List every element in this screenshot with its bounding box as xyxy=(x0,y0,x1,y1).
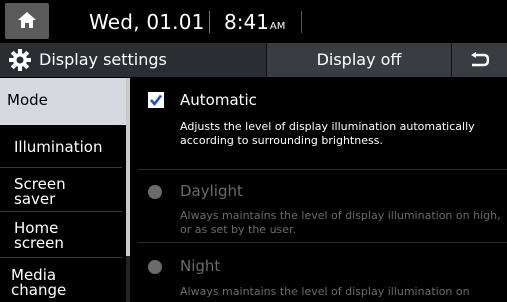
daylight-description: Always maintains the level of display il… xyxy=(180,209,501,236)
sidebar-item-label: Illumination xyxy=(14,138,103,156)
night-label[interactable]: Night xyxy=(180,257,220,275)
sidebar-scrollbar-thumb[interactable] xyxy=(126,78,130,256)
date-display: Wed, 01.01 xyxy=(89,10,205,34)
sidebar-item-screen-saver[interactable]: Screen saver xyxy=(0,168,126,211)
back-icon xyxy=(471,52,489,67)
option-divider xyxy=(138,169,507,170)
status-divider xyxy=(209,11,210,33)
sidebar-item-label: Mode xyxy=(7,91,48,109)
status-divider-2 xyxy=(301,11,302,33)
settings-header: Display settings Display off xyxy=(0,43,507,77)
settings-sidebar: Mode Illumination Screen saver Home scre… xyxy=(0,78,126,302)
time-display: 8:41AM xyxy=(224,10,285,34)
sidebar-item-media-change[interactable]: Media change xyxy=(0,258,126,302)
checkmark-icon xyxy=(150,94,163,107)
time-ampm: AM xyxy=(269,21,286,32)
status-bar: Wed, 01.01 8:41AM xyxy=(0,0,507,43)
night-description: Always maintains the level of display il… xyxy=(180,285,470,298)
mode-settings-panel: Automatic Adjusts the level of display i… xyxy=(132,78,507,302)
sidebar-item-home-screen[interactable]: Home screen xyxy=(0,212,126,255)
back-button[interactable] xyxy=(451,43,507,77)
night-radio[interactable] xyxy=(148,260,162,274)
sidebar-item-illumination[interactable]: Illumination xyxy=(0,126,126,167)
daylight-label[interactable]: Daylight xyxy=(180,182,243,200)
home-button[interactable] xyxy=(5,3,49,39)
sidebar-item-label: Media change xyxy=(11,266,67,299)
sidebar-item-mode[interactable]: Mode xyxy=(0,78,126,125)
daylight-radio[interactable] xyxy=(148,185,162,199)
time-value: 8:41 xyxy=(224,10,269,34)
display-off-label: Display off xyxy=(316,50,402,69)
automatic-checkbox[interactable] xyxy=(148,92,164,108)
sidebar-item-label: Screen saver xyxy=(14,175,66,208)
home-icon xyxy=(18,12,36,28)
automatic-description: Adjusts the level of display illuminatio… xyxy=(180,120,475,147)
page-title: Display settings xyxy=(39,50,167,69)
automatic-label[interactable]: Automatic xyxy=(180,91,257,109)
display-off-button[interactable]: Display off xyxy=(266,43,451,77)
sidebar-item-label: Home screen xyxy=(14,219,64,252)
gear-icon xyxy=(9,49,31,71)
option-divider xyxy=(138,242,507,243)
